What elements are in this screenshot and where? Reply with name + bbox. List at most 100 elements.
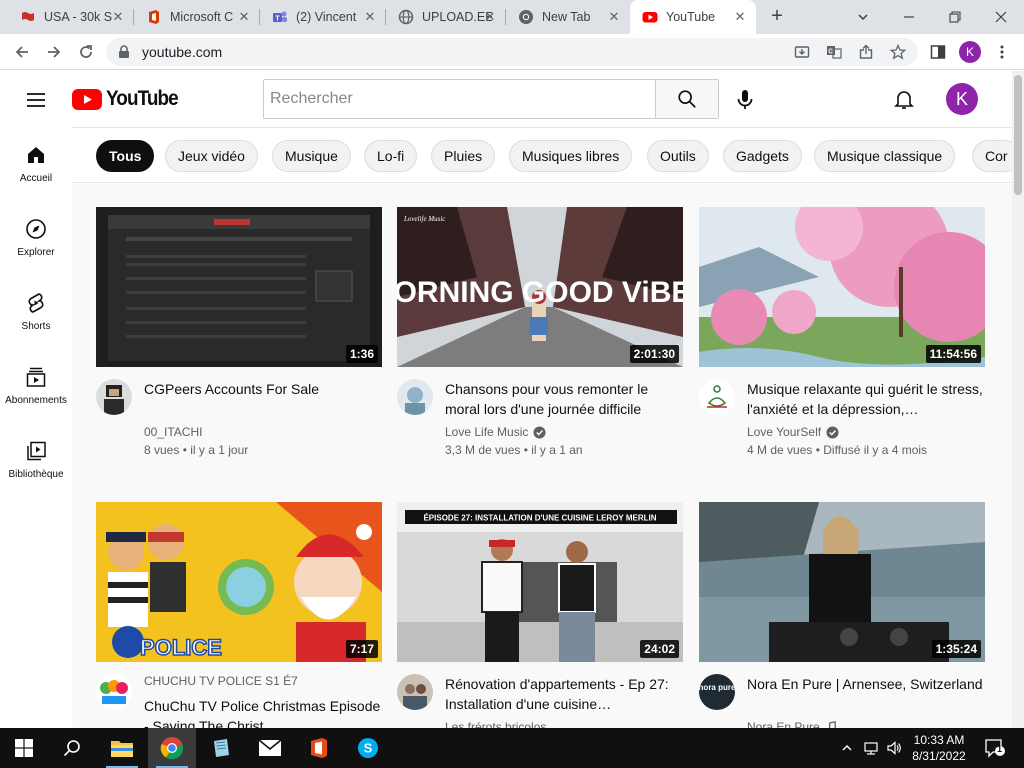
restore-button[interactable] [932, 0, 978, 34]
video-thumbnail[interactable]: ÉPISODE 27: INSTALLATION D'UNE CUISINE L… [397, 502, 683, 662]
share-icon[interactable] [858, 44, 874, 60]
video-card[interactable]: POLICE 7:17 CHUCHU TV POLICE S1 É7 ChuCh… [96, 502, 382, 728]
close-icon[interactable]: ✕ [110, 9, 126, 25]
channel-name[interactable]: Nora En Pure [747, 720, 838, 728]
chip-music[interactable]: Musique [272, 140, 351, 172]
channel-name-text[interactable]: Nora En Pure [747, 720, 820, 728]
video-card[interactable]: 1:36 CGPeers Accounts For Sale 00_ITACHI… [96, 207, 382, 487]
close-icon[interactable]: ✕ [236, 9, 252, 25]
address-bar[interactable]: youtube.com G [106, 38, 918, 66]
close-icon[interactable]: ✕ [362, 9, 378, 25]
video-thumbnail[interactable]: POLICE 7:17 [96, 502, 382, 662]
browser-tab-upload[interactable]: UPLOAD.EE ✕ [386, 0, 506, 34]
scrollbar-thumb[interactable] [1014, 75, 1022, 195]
channel-name-text[interactable]: Love YourSelf [747, 425, 821, 439]
channel-name[interactable]: Les frérots bricolos [445, 720, 546, 728]
bookmark-star-icon[interactable] [890, 44, 906, 60]
forward-button[interactable] [42, 40, 66, 64]
channel-avatar[interactable] [397, 379, 433, 415]
start-button[interactable] [0, 728, 48, 768]
video-title[interactable]: Rénovation d'appartements - Ep 27: Insta… [445, 674, 683, 714]
mail-taskbar-button[interactable] [246, 728, 294, 768]
volume-button[interactable] [884, 728, 904, 768]
new-tab-button[interactable]: + [765, 5, 789, 29]
tab-search-button[interactable] [840, 0, 886, 34]
chip-free-music[interactable]: Musiques libres [509, 140, 633, 172]
chip-rain[interactable]: Pluies [431, 140, 496, 172]
guide-item-shorts[interactable]: Shorts [0, 275, 72, 349]
office-taskbar-button[interactable] [295, 728, 343, 768]
notepad-taskbar-button[interactable] [197, 728, 245, 768]
reload-button[interactable] [74, 40, 98, 64]
channel-avatar[interactable]: nora pure [699, 674, 735, 710]
chip-all[interactable]: Tous [96, 140, 155, 172]
browser-tab-youtube[interactable]: YouTube ✕ [630, 0, 756, 34]
guide-item-subscriptions[interactable]: Abonnements [0, 349, 72, 423]
channel-avatar[interactable] [96, 674, 132, 710]
search-input[interactable] [264, 80, 655, 118]
close-icon[interactable]: ✕ [482, 9, 498, 25]
channel-name[interactable]: Love Life Music [445, 425, 546, 439]
video-card[interactable]: MORNING GOOD ViBES Lovelife Music 2:01:3… [397, 207, 683, 487]
video-card[interactable]: 11:54:56 Musique relaxante qui guérit le… [699, 207, 985, 487]
search-button[interactable] [655, 80, 718, 118]
skype-taskbar-button[interactable]: S [344, 728, 392, 768]
channel-avatar[interactable] [397, 674, 433, 710]
video-title[interactable]: Musique relaxante qui guérit le stress, … [747, 379, 985, 419]
minimize-button[interactable] [886, 0, 932, 34]
guide-item-home[interactable]: Accueil [0, 127, 72, 201]
show-hidden-icons-button[interactable] [838, 728, 856, 768]
channel-name-text[interactable]: Les frérots bricolos [445, 720, 546, 728]
channel-name-text[interactable]: 00_ITACHI [144, 425, 202, 439]
chip-tools[interactable]: Outils [647, 140, 709, 172]
browser-tab-teams[interactable]: T (2) Vincent ✕ [260, 0, 386, 34]
video-thumbnail[interactable]: 1:35:24 [699, 502, 985, 662]
chip-video-games[interactable]: Jeux vidéo [165, 140, 258, 172]
url-text[interactable]: youtube.com [142, 44, 222, 60]
chip-more[interactable]: Cor [972, 140, 1012, 172]
chrome-taskbar-button[interactable] [148, 728, 196, 768]
microphone-icon[interactable] [733, 88, 757, 112]
profile-button[interactable]: K [958, 40, 982, 64]
install-app-icon[interactable] [794, 44, 810, 60]
translate-icon[interactable]: G [826, 44, 842, 60]
close-icon[interactable]: ✕ [732, 9, 748, 25]
browser-tab-new-tab[interactable]: New Tab ✕ [506, 0, 630, 34]
user-avatar[interactable]: K [946, 83, 978, 115]
lock-icon[interactable] [118, 45, 130, 59]
video-thumbnail[interactable]: 11:54:56 [699, 207, 985, 367]
channel-name-text[interactable]: CHUCHU TV POLICE S1 É7 [144, 674, 298, 688]
network-button[interactable] [860, 728, 882, 768]
back-button[interactable] [10, 40, 34, 64]
hamburger-menu-icon[interactable] [24, 88, 48, 112]
chip-classical-music[interactable]: Musique classique [814, 140, 956, 172]
menu-button[interactable] [990, 40, 1014, 64]
youtube-logo[interactable]: YouTube [72, 87, 186, 111]
channel-avatar[interactable] [699, 379, 735, 415]
close-window-button[interactable] [978, 0, 1024, 34]
channel-avatar[interactable] [96, 379, 132, 415]
file-explorer-button[interactable] [98, 728, 146, 768]
channel-name[interactable]: 00_ITACHI [144, 425, 202, 439]
chip-gadgets[interactable]: Gadgets [723, 140, 802, 172]
close-icon[interactable]: ✕ [606, 9, 622, 25]
notifications-bell-icon[interactable] [892, 87, 916, 111]
video-title[interactable]: Chansons pour vous remonter le moral lor… [445, 379, 683, 419]
channel-name[interactable]: Love YourSelf [747, 425, 839, 439]
side-panel-button[interactable] [926, 40, 950, 64]
channel-name[interactable]: CHUCHU TV POLICE S1 É7 [144, 674, 298, 688]
channel-name-text[interactable]: Love Life Music [445, 425, 528, 439]
video-title[interactable]: Nora En Pure | Arnensee, Switzerland [747, 674, 985, 694]
action-center-button[interactable]: 1 [980, 728, 1010, 768]
clock[interactable]: 10:33 AM 8/31/2022 [903, 732, 975, 764]
browser-tab-usa[interactable]: USA - 30k S ✕ [8, 0, 134, 34]
video-title[interactable]: ChuChu TV Police Christmas Episode - Sav… [144, 696, 382, 728]
chip-lofi[interactable]: Lo-fi [364, 140, 418, 172]
video-thumbnail[interactable]: MORNING GOOD ViBES Lovelife Music 2:01:3… [397, 207, 683, 367]
page-scrollbar[interactable] [1012, 71, 1024, 728]
guide-item-explore[interactable]: Explorer [0, 201, 72, 275]
guide-item-library[interactable]: Bibliothèque [0, 423, 72, 497]
browser-tab-microsoft[interactable]: Microsoft C ✕ [134, 0, 260, 34]
video-thumbnail[interactable]: 1:36 [96, 207, 382, 367]
video-card[interactable]: 1:35:24 nora pure Nora En Pure | Arnense… [699, 502, 985, 728]
